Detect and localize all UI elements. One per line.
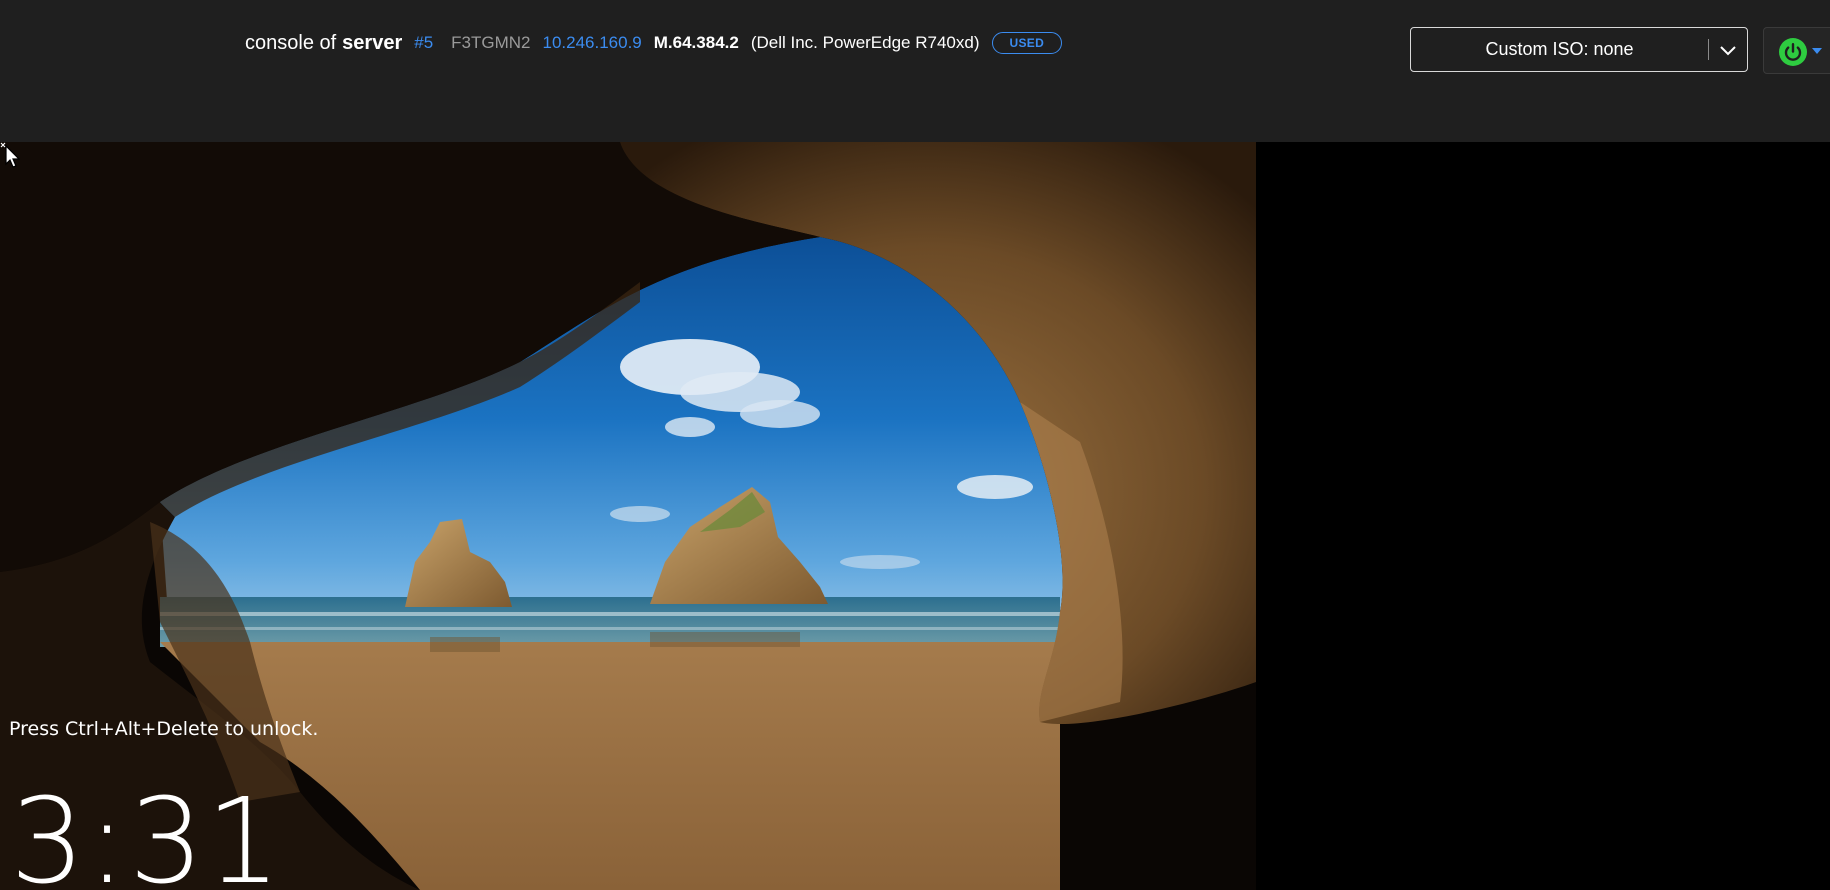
console-title: console of server #5 F3TGMN2 10.246.160.… [245, 30, 1063, 56]
model-code: M.64.384.2 [653, 33, 739, 52]
windows-lock-screen[interactable]: Press Ctrl+Alt+Delete to unlock. 3:31 [0, 142, 1256, 890]
console-of-label: console of [245, 31, 337, 54]
service-tag: F3TGMN2 [451, 33, 531, 52]
hardware-description: (Dell Inc. PowerEdge R740xd) [750, 33, 980, 52]
remote-console[interactable]: Press Ctrl+Alt+Delete to unlock. 3:31 [0, 142, 1830, 890]
caret-down-icon [1812, 48, 1822, 54]
server-label: server [342, 31, 403, 54]
power-icon [1779, 38, 1807, 66]
mouse-cursor-icon [0, 142, 20, 168]
status-badge: USED [991, 32, 1063, 54]
lock-screen-clock: 3:31 [10, 772, 283, 890]
chevron-down-icon[interactable] [1718, 40, 1738, 60]
unlock-hint: Press Ctrl+Alt+Delete to unlock. [9, 718, 319, 740]
ip-address-link[interactable]: 10.246.160.9 [543, 33, 642, 53]
custom-iso-value: Custom ISO: none [1485, 39, 1634, 59]
select-divider [1708, 39, 1709, 60]
server-number-link[interactable]: #5 [414, 33, 433, 53]
power-menu-button[interactable] [1763, 27, 1830, 74]
custom-iso-select[interactable]: Custom ISO: none [1410, 27, 1748, 72]
console-header: console of server #5 F3TGMN2 10.246.160.… [0, 0, 1830, 142]
